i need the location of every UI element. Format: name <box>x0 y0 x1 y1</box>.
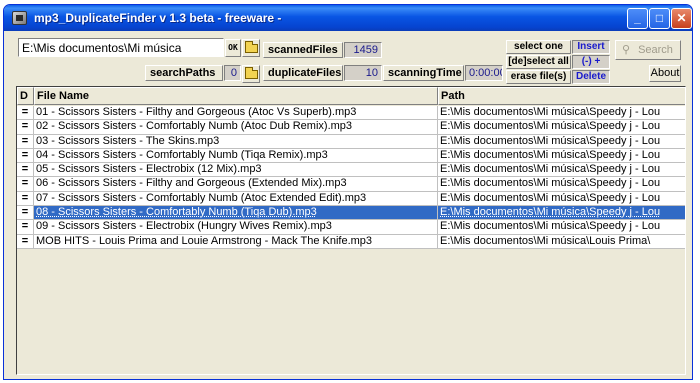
app-window: mp3_DuplicateFinder v 1.3 beta - freewar… <box>3 4 693 380</box>
path-cell: E:\Mis documentos\Mi música\Louis Prima\ <box>440 234 651 247</box>
duplicate-marker: = <box>17 234 34 248</box>
maximize-button[interactable]: □ <box>649 8 670 29</box>
folder-icon <box>245 67 258 79</box>
column-header-file-name[interactable]: File Name <box>34 87 438 105</box>
duplicate-marker: = <box>17 191 34 206</box>
scanned-files-label: scannedFiles <box>263 42 343 58</box>
duplicate-marker: = <box>17 148 34 163</box>
window-title: mp3_DuplicateFinder v 1.3 beta - freewar… <box>34 11 282 25</box>
minimize-button[interactable]: _ <box>627 8 648 29</box>
file-name-cell: 01 - Scissors Sisters - Filthy and Gorge… <box>34 106 438 120</box>
file-name-cell: 04 - Scissors Sisters - Comfortably Numb… <box>34 148 438 163</box>
duplicate-marker: = <box>17 120 34 134</box>
table-row[interactable]: = 09 - Scissors Sisters - Electrobix (Hun… <box>17 220 685 235</box>
delete-key-hint: Delete <box>572 70 610 84</box>
app-icon <box>12 11 27 25</box>
duplicate-marker: = <box>17 106 34 120</box>
deselect-all-button[interactable]: [de]select all <box>506 55 571 69</box>
path-cell: E:\Mis documentos\Mi música\Speedy j - L… <box>440 220 661 233</box>
search-button[interactable]: ⚲ Search <box>615 40 681 60</box>
duplicate-marker: = <box>17 134 34 148</box>
column-header-d[interactable]: D <box>17 87 34 105</box>
table-row[interactable]: = MOB HITS - Louis Prima and Louie Armstr… <box>17 234 685 249</box>
path-input[interactable]: E:\Mis documentos\Mi música <box>18 38 224 57</box>
search-paths-label: searchPaths <box>145 65 223 81</box>
duplicate-marker: = <box>17 206 34 220</box>
scanning-time-label: scanningTime <box>383 65 464 81</box>
add-search-path-button[interactable] <box>242 65 260 83</box>
search-button-label: Search <box>638 44 673 56</box>
table-row[interactable]: = 05 - Scissors Sisters - Electrobix (12 … <box>17 163 685 178</box>
list-rows: = 01 - Scissors Sisters - Filthy and Gorg… <box>17 106 685 249</box>
column-header-path[interactable]: Path <box>438 87 685 105</box>
file-name-cell: 09 - Scissors Sisters - Electrobix (Hung… <box>34 220 438 234</box>
file-name-cell: 03 - Scissors Sisters - The Skins.mp3 <box>34 134 438 148</box>
duplicate-files-value: 10 <box>344 65 382 81</box>
file-name-cell: 07 - Scissors Sisters - Comfortably Numb… <box>34 191 438 206</box>
select-one-button[interactable]: select one <box>506 40 571 54</box>
path-cell: E:\Mis documentos\Mi música\Speedy j - L… <box>440 120 661 133</box>
table-row[interactable]: = 06 - Scissors Sisters - Filthy and Gorg… <box>17 177 685 192</box>
minus-plus-key-hint: (-) + <box>572 55 610 69</box>
path-cell: E:\Mis documentos\Mi música\Speedy j - L… <box>440 191 661 204</box>
about-button[interactable]: About <box>649 65 681 82</box>
file-name-cell: 02 - Scissors Sisters - Comfortably Numb… <box>34 120 438 134</box>
browse-folder-button[interactable] <box>242 39 260 57</box>
scanning-time-value: 0:00:00 <box>465 65 503 81</box>
list-header: D File Name Path <box>17 87 685 105</box>
path-cell: E:\Mis documentos\Mi música\Speedy j - L… <box>440 206 661 219</box>
duplicate-files-label: duplicateFiles <box>263 65 343 81</box>
file-name-cell: 05 - Scissors Sisters - Electrobix (12 M… <box>34 163 438 177</box>
table-row[interactable]: = 04 - Scissors Sisters - Comfortably Num… <box>17 148 685 164</box>
file-name-cell: 06 - Scissors Sisters - Filthy and Gorge… <box>34 177 438 191</box>
insert-key-hint: Insert <box>572 40 610 54</box>
path-cell: E:\Mis documentos\Mi música\Speedy j - L… <box>440 134 661 147</box>
path-cell: E:\Mis documentos\Mi música\Speedy j - L… <box>440 106 661 118</box>
close-button[interactable]: ✕ <box>671 8 692 29</box>
search-paths-value: 0 <box>224 65 241 81</box>
duplicate-marker: = <box>17 220 34 234</box>
file-name-cell: 08 - Scissors Sisters - Comfortably Numb… <box>34 206 438 220</box>
path-cell: E:\Mis documentos\Mi música\Speedy j - L… <box>440 163 661 176</box>
table-row[interactable]: = 07 - Scissors Sisters - Comfortably Num… <box>17 191 685 207</box>
title-bar[interactable]: mp3_DuplicateFinder v 1.3 beta - freewar… <box>4 5 692 31</box>
file-name-cell: MOB HITS - Louis Prima and Louie Armstro… <box>34 234 438 248</box>
binoculars-icon: ⚲ <box>622 44 631 56</box>
duplicates-list[interactable]: D File Name Path = 01 - Scissors Sisters … <box>16 86 686 375</box>
table-row[interactable]: = 02 - Scissors Sisters - Comfortably Num… <box>17 120 685 135</box>
erase-files-button[interactable]: erase file(s) <box>506 70 571 84</box>
duplicate-marker: = <box>17 163 34 177</box>
table-row[interactable]: = 03 - Scissors Sisters - The Skins.mp3 E:… <box>17 134 685 149</box>
table-row[interactable]: = 08 - Scissors Sisters - Comfortably Num… <box>17 206 685 221</box>
ok-button[interactable]: OK <box>225 39 241 57</box>
scanned-files-value: 1459 <box>344 42 382 58</box>
table-row[interactable]: = 01 - Scissors Sisters - Filthy and Gorg… <box>17 106 685 121</box>
path-cell: E:\Mis documentos\Mi música\Speedy j - L… <box>440 148 661 161</box>
folder-icon <box>245 41 258 53</box>
duplicate-marker: = <box>17 177 34 191</box>
path-cell: E:\Mis documentos\Mi música\Speedy j - L… <box>440 177 661 190</box>
